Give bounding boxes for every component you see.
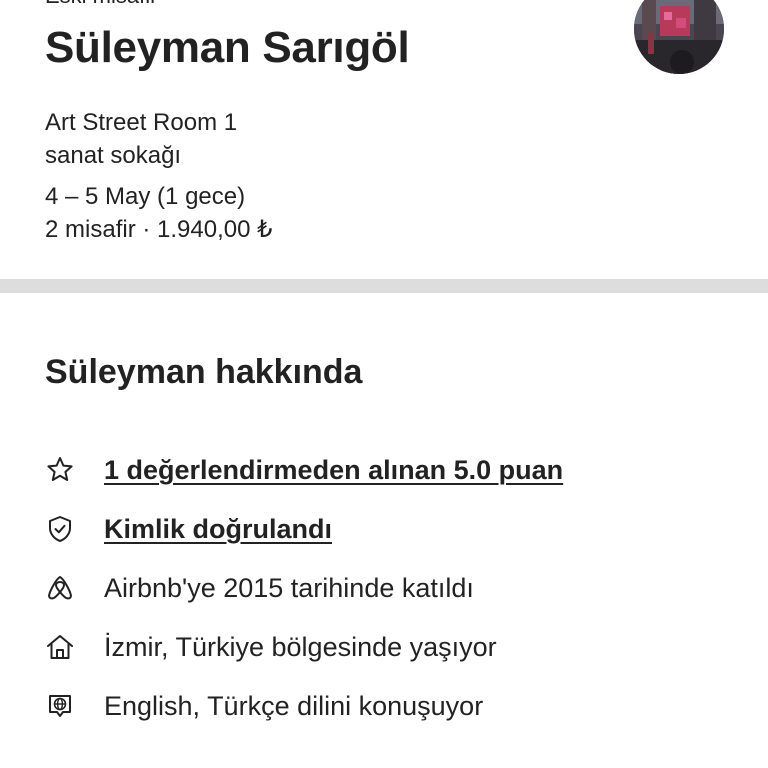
- home-icon: [45, 632, 75, 662]
- fact-reviews[interactable]: 1 değerlendirmeden alınan 5.0 puan: [45, 440, 745, 499]
- listing-location: sanat sokağı: [45, 142, 182, 169]
- languages-text: English, Türkçe dilini konuşuyor: [104, 690, 484, 721]
- section-divider: [0, 279, 768, 293]
- fact-joined: Airbnb'ye 2015 tarihinde katıldı: [45, 558, 745, 617]
- identity-verified-link[interactable]: Kimlik doğrulandı: [104, 513, 332, 545]
- host-facts-list: 1 değerlendirmeden alınan 5.0 puan Kimli…: [45, 440, 745, 735]
- host-profile-screen: Eski misafir Süleyman Sarıgöl Art Street…: [0, 0, 768, 768]
- guests-and-price: 2 misafir · 1.940,00 ₺: [45, 216, 273, 243]
- trip-dates: 4 – 5 May (1 gece): [45, 183, 246, 210]
- trip-details: Art Street Room 1 sanat sokağı 4 – 5 May…: [45, 106, 272, 246]
- fact-location: İzmir, Türkiye bölgesinde yaşıyor: [45, 617, 745, 676]
- fact-languages: English, Türkçe dilini konuşuyor: [45, 676, 745, 735]
- joined-year-text: Airbnb'ye 2015 tarihinde katıldı: [104, 572, 474, 603]
- shield-check-icon: [45, 514, 75, 544]
- avatar[interactable]: [634, 0, 724, 74]
- guest-type-label: Eski misafir: [45, 0, 157, 8]
- fact-identity[interactable]: Kimlik doğrulandı: [45, 499, 745, 558]
- lives-in-text: İzmir, Türkiye bölgesinde yaşıyor: [104, 631, 497, 662]
- language-icon: [45, 691, 75, 721]
- about-section-title: Süleyman hakkında: [45, 353, 363, 391]
- star-icon: [45, 455, 75, 485]
- host-name: Süleyman Sarıgöl: [45, 23, 410, 72]
- listing-name: Art Street Room 1: [45, 109, 238, 136]
- host-photo-icon: [634, 0, 724, 74]
- airbnb-logo-icon: [45, 573, 75, 603]
- reviews-link[interactable]: 1 değerlendirmeden alınan 5.0 puan: [104, 454, 563, 486]
